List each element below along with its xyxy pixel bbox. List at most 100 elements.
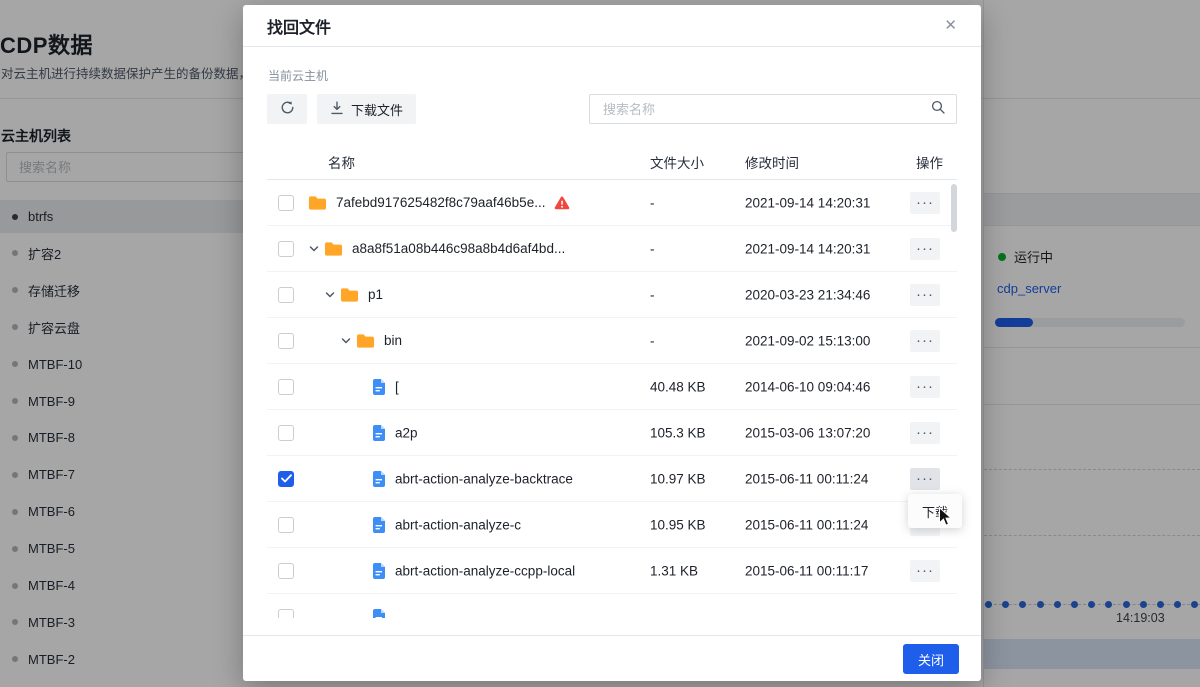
- file-icon: [372, 562, 386, 579]
- checkbox-cell: [278, 517, 294, 533]
- action-cell: ···: [910, 192, 940, 214]
- checkbox-cell: [278, 195, 294, 211]
- modified-time: 2015-06-11 00:11:17: [745, 563, 868, 578]
- modified-time: 2021-09-02 15:13:00: [745, 333, 870, 348]
- action-cell: ···: [910, 284, 940, 306]
- refresh-button[interactable]: [267, 94, 307, 124]
- modified-time: 2015-06-11 00:11:24: [745, 471, 868, 486]
- table-row: abrt-action-analyze-backtrace 10.97 KB 201…: [267, 456, 957, 502]
- checkbox[interactable]: [278, 241, 294, 257]
- file-size: 10.97 KB: [650, 471, 706, 486]
- modified-time: 2014-06-10 09:04:46: [745, 379, 870, 394]
- folder-icon: [324, 241, 343, 257]
- name-cell: abrt-action-analyze-backtrace: [308, 470, 573, 487]
- checkbox[interactable]: [278, 609, 294, 619]
- checkbox-cell: [278, 471, 294, 487]
- table-row: abrt-action-analyze-c10.95 KB2015-06-11 …: [267, 502, 957, 548]
- folder-icon: [340, 287, 359, 303]
- table-row: p1 - 2020-03-23 21:34:46 ···: [267, 272, 957, 318]
- checkbox[interactable]: [278, 517, 294, 533]
- file-name: abrt-action-analyze-ccpp-local: [395, 563, 575, 578]
- action-cell: ···: [910, 560, 940, 582]
- row-actions-button[interactable]: ···: [910, 238, 940, 260]
- refresh-icon: [280, 100, 295, 118]
- action-cell: ···: [910, 238, 940, 260]
- chevron-down-icon[interactable]: [308, 243, 324, 255]
- warning-icon: [554, 196, 570, 210]
- table-scrollbar[interactable]: [951, 184, 957, 232]
- file-name: [: [395, 379, 399, 394]
- close-icon[interactable]: ✕: [944, 18, 957, 33]
- modal-close-button[interactable]: 关闭: [903, 644, 959, 674]
- checkbox-checked[interactable]: [278, 471, 294, 487]
- modified-time: 2015-06-11 00:11:24: [745, 517, 868, 532]
- chevron-down-icon[interactable]: [324, 289, 340, 301]
- recover-files-modal: 找回文件 ✕ 当前云主机 下载文件: [243, 5, 981, 681]
- file-icon: [372, 470, 386, 487]
- current-host-label: 当前云主机: [268, 67, 328, 84]
- chevron-down-icon[interactable]: [340, 335, 356, 347]
- action-cell: ···: [910, 422, 940, 444]
- checkbox[interactable]: [278, 379, 294, 395]
- modified-time: 2021-09-14 14:20:31: [745, 195, 870, 210]
- download-files-button[interactable]: 下载文件: [317, 94, 416, 124]
- file-name: bin: [384, 333, 402, 348]
- download-button-label: 下载文件: [351, 100, 403, 119]
- download-icon: [330, 101, 344, 118]
- file-search-input[interactable]: [601, 101, 931, 118]
- checkbox[interactable]: [278, 195, 294, 211]
- row-actions-button[interactable]: ···: [910, 192, 940, 214]
- name-cell: bin: [308, 333, 402, 349]
- file-name: abrt-action-analyze-c: [395, 517, 521, 532]
- action-cell: ···: [910, 330, 940, 352]
- checkbox[interactable]: [278, 287, 294, 303]
- checkbox-cell: [278, 425, 294, 441]
- row-actions-button[interactable]: ···: [910, 422, 940, 444]
- file-name: 7afebd917625482f8c79aaf46b5e...: [336, 195, 545, 210]
- file-size: -: [650, 287, 655, 302]
- file-search-box[interactable]: [589, 94, 957, 124]
- modal-header: 找回文件 ✕: [243, 5, 981, 47]
- screen: CDP数据 对云主机进行持续数据保护产生的备份数据，存放 云主机列表 btrfs…: [0, 0, 1200, 687]
- checkbox[interactable]: [278, 333, 294, 349]
- file-name: abrt-action-analyze-backtrace: [395, 471, 573, 486]
- row-actions-button[interactable]: ···: [910, 376, 940, 398]
- menu-item-download[interactable]: 下载: [922, 502, 948, 521]
- name-cell: abrt-action-analyze-c: [308, 516, 521, 533]
- row-actions-button[interactable]: ···: [910, 330, 940, 352]
- file-size: 105.3 KB: [650, 425, 706, 440]
- table-row: a2p105.3 KB2015-03-06 13:07:20···: [267, 410, 957, 456]
- column-header-name: 名称: [328, 152, 355, 172]
- file-size: -: [650, 195, 655, 210]
- name-cell: [308, 608, 395, 618]
- search-icon: [931, 100, 945, 119]
- folder-icon: [308, 195, 327, 211]
- checkbox-cell: [278, 287, 294, 303]
- checkbox-cell: [278, 333, 294, 349]
- modal-title: 找回文件: [267, 14, 331, 38]
- table-row: a8a8f51a08b446c98a8b4d6af4bd...-2021-09-…: [267, 226, 957, 272]
- name-cell: p1: [308, 287, 383, 303]
- action-cell: ···: [910, 376, 940, 398]
- checkbox-cell: [278, 563, 294, 579]
- modified-time: 2020-03-23 21:34:46: [745, 287, 870, 302]
- file-table-body: 7afebd917625482f8c79aaf46b5e... - 2021-09-…: [267, 180, 957, 618]
- row-actions-button[interactable]: ···: [910, 560, 940, 582]
- checkbox[interactable]: [278, 563, 294, 579]
- name-cell: 7afebd917625482f8c79aaf46b5e...: [308, 195, 570, 211]
- column-header-mtime: 修改时间: [745, 152, 799, 172]
- table-row: bin-2021-09-02 15:13:00···: [267, 318, 957, 364]
- file-name: p1: [368, 287, 383, 302]
- row-actions-button[interactable]: ···: [910, 284, 940, 306]
- table-row: 7afebd917625482f8c79aaf46b5e... - 2021-09-…: [267, 180, 957, 226]
- file-size: -: [650, 241, 655, 256]
- checkbox[interactable]: [278, 425, 294, 441]
- row-action-menu: 下载: [908, 494, 962, 528]
- modified-time: 2015-03-06 13:07:20: [745, 425, 870, 440]
- folder-icon: [356, 333, 375, 349]
- row-actions-button[interactable]: ···: [910, 468, 940, 490]
- file-table: 名称 文件大小 修改时间 操作 7afebd917625482f8c79aaf4…: [267, 143, 957, 618]
- file-icon: [372, 424, 386, 441]
- name-cell: abrt-action-analyze-ccpp-local: [308, 562, 575, 579]
- action-cell: ···: [910, 468, 940, 490]
